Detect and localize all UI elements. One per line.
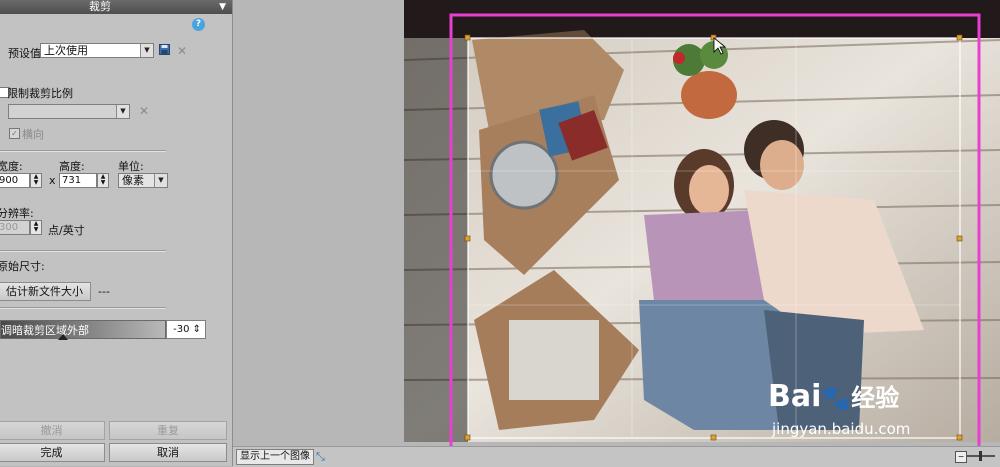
watermark-brand: Bai🐾经验: [768, 378, 899, 414]
zoom-out-icon[interactable]: −: [955, 451, 967, 463]
watermark-url: jingyan.baidu.com: [772, 420, 911, 438]
bottom-bar: [233, 446, 1000, 467]
show-previous-image-button[interactable]: 显示上一个图像: [236, 449, 314, 465]
zoom-slider-thumb[interactable]: [979, 451, 982, 461]
link-icon[interactable]: ⤡: [316, 450, 325, 464]
paw-icon: 🐾: [821, 384, 852, 412]
watermark-brand-text: Bai: [768, 379, 822, 414]
watermark-brand-cn: 经验: [851, 384, 900, 412]
